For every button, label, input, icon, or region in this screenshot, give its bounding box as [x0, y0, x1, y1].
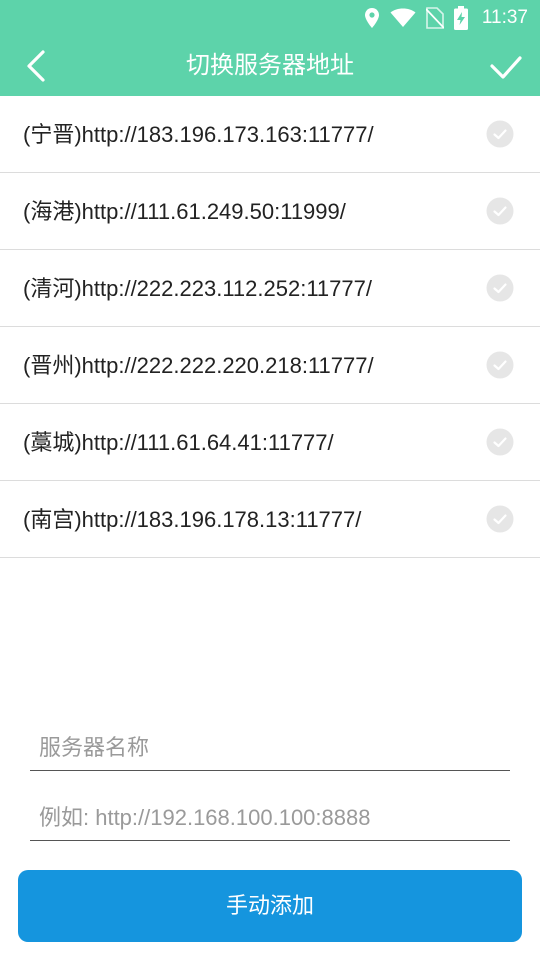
server-name-input[interactable] — [30, 726, 510, 770]
status-icons: 11:37 — [364, 0, 528, 36]
battery-charging-icon — [453, 6, 468, 30]
page-title: 切换服务器地址 — [186, 52, 354, 79]
app-bar: 切换服务器地址 — [0, 36, 540, 96]
server-label: (晋州)http://222.222.220.218:11777/ — [23, 353, 374, 378]
server-url-field — [30, 796, 510, 841]
server-label: (宁晋)http://183.196.173.163:11777/ — [23, 122, 374, 147]
server-item[interactable]: (海港)http://111.61.249.50:11999/ — [0, 173, 540, 250]
server-item[interactable]: (藁城)http://111.61.64.41:11777/ — [0, 404, 540, 481]
check-circle-icon[interactable] — [486, 428, 514, 456]
confirm-check-icon — [490, 56, 522, 79]
no-sim-icon — [425, 7, 444, 29]
location-icon — [364, 8, 379, 28]
server-label: (藁城)http://111.61.64.41:11777/ — [23, 430, 334, 455]
server-list: (宁晋)http://183.196.173.163:11777/ (海港)ht… — [0, 96, 540, 558]
server-label: (南宫)http://183.196.178.13:11777/ — [23, 507, 362, 532]
confirm-button[interactable] — [482, 46, 530, 86]
server-label: (清河)http://222.223.112.252:11777/ — [23, 276, 372, 301]
server-item[interactable]: (清河)http://222.223.112.252:11777/ — [0, 250, 540, 327]
server-name-field — [30, 726, 510, 771]
server-label: (海港)http://111.61.249.50:11999/ — [23, 199, 346, 224]
wifi-icon — [390, 8, 416, 27]
check-circle-icon[interactable] — [486, 197, 514, 225]
server-item[interactable]: (宁晋)http://183.196.173.163:11777/ — [0, 96, 540, 173]
check-circle-icon[interactable] — [486, 505, 514, 533]
check-circle-icon[interactable] — [486, 351, 514, 379]
server-item[interactable]: (南宫)http://183.196.178.13:11777/ — [0, 481, 540, 558]
check-circle-icon[interactable] — [486, 120, 514, 148]
manual-add-button[interactable]: 手动添加 — [18, 870, 522, 942]
check-circle-icon[interactable] — [486, 274, 514, 302]
status-bar: 11:37 — [0, 0, 540, 36]
server-url-input[interactable] — [30, 796, 510, 840]
server-item[interactable]: (晋州)http://222.222.220.218:11777/ — [0, 327, 540, 404]
status-time: 11:37 — [481, 7, 528, 28]
